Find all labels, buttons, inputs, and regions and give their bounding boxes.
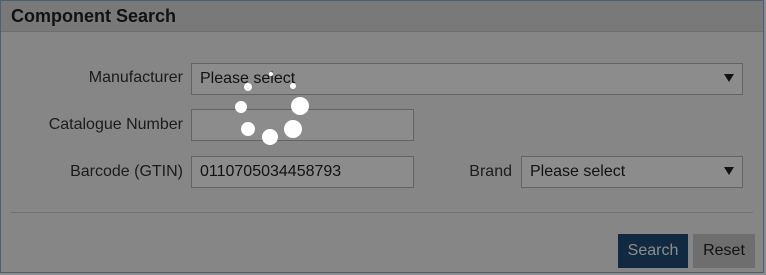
loading-overlay xyxy=(0,0,766,275)
